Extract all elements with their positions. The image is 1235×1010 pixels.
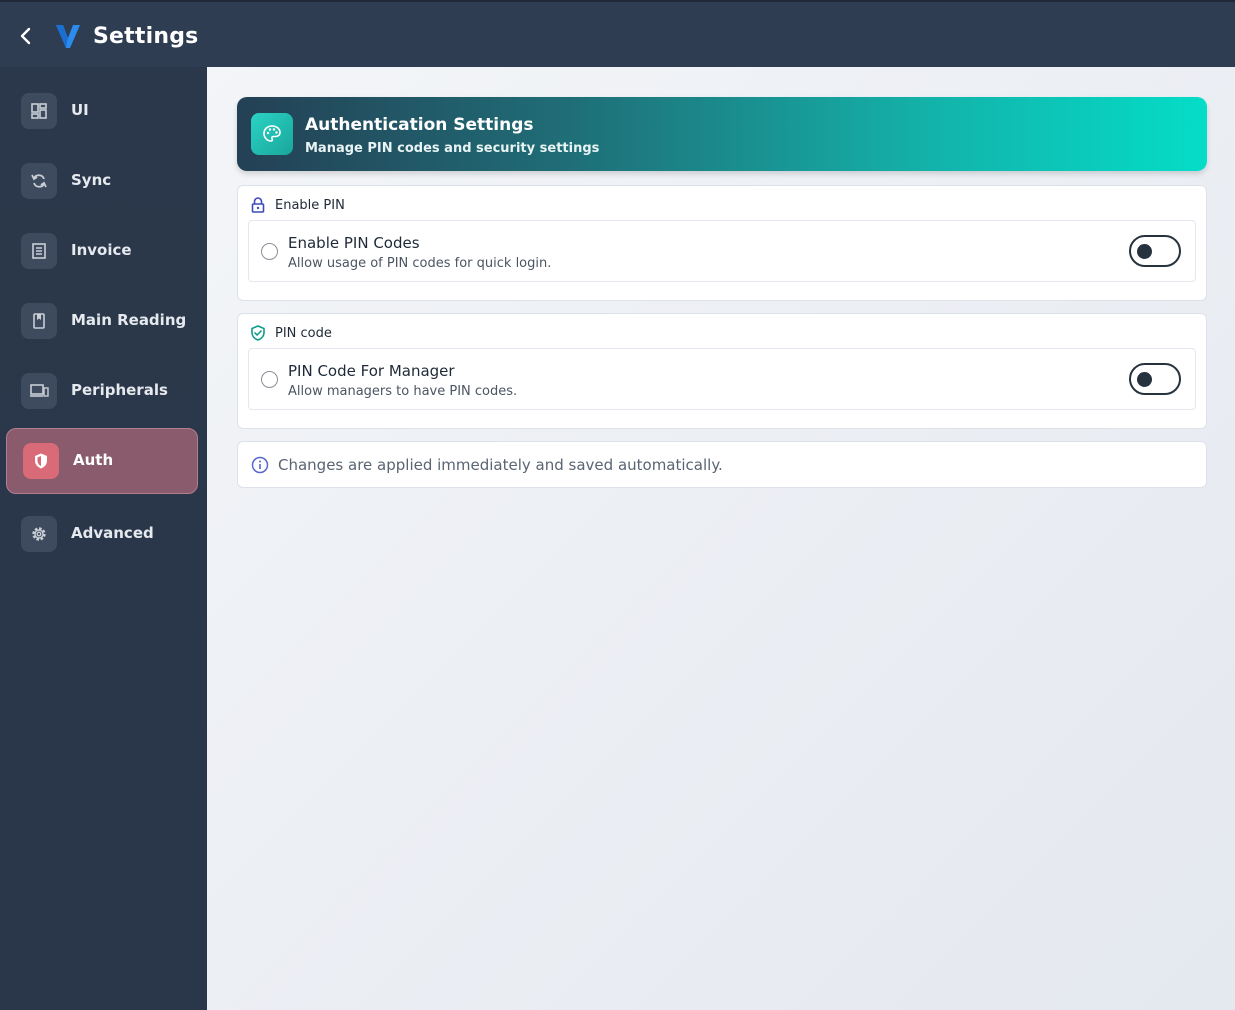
enable-pin-toggle[interactable] — [1129, 235, 1181, 267]
page-title: Settings — [93, 24, 199, 49]
section-subtitle: Manage PIN codes and security settings — [305, 141, 600, 156]
card-heading-text: PIN code — [275, 325, 332, 341]
section-header-banner: Authentication Settings Manage PIN codes… — [237, 97, 1207, 171]
setting-description: Allow managers to have PIN codes. — [288, 384, 518, 399]
card-heading: Enable PIN — [250, 197, 345, 213]
palette-icon — [251, 113, 293, 155]
sidebar-item-auth[interactable]: Auth — [6, 428, 198, 494]
v-logo-icon — [56, 25, 80, 48]
shield-icon — [23, 443, 59, 479]
invoice-icon — [21, 233, 57, 269]
setting-radio[interactable] — [261, 371, 278, 388]
sidebar-item-label: UI — [71, 101, 89, 119]
lock-icon — [250, 197, 266, 213]
sync-icon — [21, 163, 57, 199]
info-icon — [251, 456, 269, 474]
card-heading: PIN code — [250, 325, 332, 341]
section-title: Authentication Settings — [305, 115, 534, 135]
sidebar-item-ui[interactable]: UI — [6, 79, 198, 143]
pin-code-card: PIN code PIN Code For Manager Allow mana… — [237, 313, 1207, 429]
back-button[interactable] — [14, 24, 38, 48]
sidebar-item-sync[interactable]: Sync — [6, 149, 198, 213]
setting-description: Allow usage of PIN codes for quick login… — [288, 256, 552, 271]
toggle-knob — [1137, 372, 1152, 387]
chevron-left-icon — [20, 27, 31, 45]
top-bar: Settings — [0, 0, 1235, 67]
card-heading-text: Enable PIN — [275, 197, 345, 213]
setting-row: Enable PIN Codes Allow usage of PIN code… — [248, 220, 1196, 282]
shield-check-icon — [250, 325, 266, 341]
setting-radio[interactable] — [261, 243, 278, 260]
gear-icon — [21, 516, 57, 552]
manager-pin-toggle[interactable] — [1129, 363, 1181, 395]
devices-icon — [21, 373, 57, 409]
sidebar: UI Sync Invoice Main Reading Peripherals… — [0, 67, 207, 1010]
main-content: Authentication Settings Manage PIN codes… — [207, 67, 1235, 1010]
sidebar-item-label: Auth — [73, 451, 114, 469]
book-icon — [21, 303, 57, 339]
dashboard-icon — [21, 93, 57, 129]
sidebar-item-invoice[interactable]: Invoice — [6, 219, 198, 283]
setting-row: PIN Code For Manager Allow managers to h… — [248, 348, 1196, 410]
sidebar-item-label: Invoice — [71, 241, 132, 259]
sidebar-item-advanced[interactable]: Advanced — [6, 502, 198, 566]
sidebar-item-label: Sync — [71, 171, 112, 189]
sidebar-item-peripherals[interactable]: Peripherals — [6, 359, 198, 423]
enable-pin-card: Enable PIN Enable PIN Codes Allow usage … — [237, 185, 1207, 301]
setting-title: PIN Code For Manager — [288, 362, 455, 380]
toggle-knob — [1137, 244, 1152, 259]
sidebar-item-label: Advanced — [71, 524, 154, 542]
info-notice: Changes are applied immediately and save… — [237, 441, 1207, 488]
info-text: Changes are applied immediately and save… — [278, 456, 723, 474]
sidebar-item-main-reading[interactable]: Main Reading — [6, 289, 198, 353]
sidebar-item-label: Main Reading — [71, 311, 187, 329]
sidebar-item-label: Peripherals — [71, 381, 168, 399]
setting-title: Enable PIN Codes — [288, 234, 420, 252]
